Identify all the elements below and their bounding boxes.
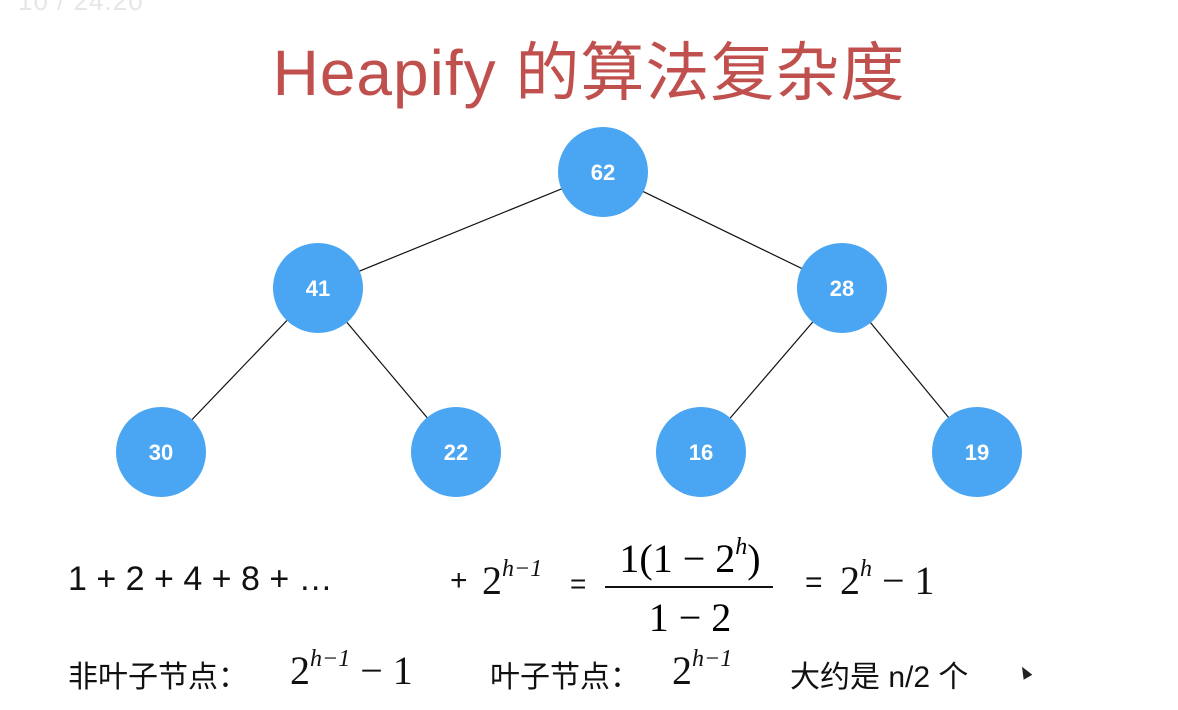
- tree-node-62: 62: [558, 127, 648, 217]
- equals-sign: =: [570, 568, 587, 599]
- series-sum-text: 1 + 2 + 4 + 8 + …: [68, 560, 333, 598]
- numerator-prefix: 1(1 − 2: [619, 536, 736, 581]
- node-value-label: 62: [591, 160, 615, 185]
- tree-node-41: 41: [273, 243, 363, 333]
- result-expression: 2h − 1: [840, 556, 935, 604]
- fraction-denominator: 1 − 2: [648, 595, 732, 640]
- tree-node-28: 28: [797, 243, 887, 333]
- approx-half-text: 大约是 n/2 个: [790, 661, 969, 694]
- leaf-label: 叶子节点：: [490, 661, 640, 694]
- node-value-label: 41: [306, 276, 330, 301]
- non-leaf-count: 2h−1 − 1: [290, 646, 413, 694]
- last-term-base: 2: [482, 558, 502, 603]
- tree-node-22: 22: [411, 407, 501, 497]
- node-value-label: 16: [689, 440, 713, 465]
- non-leaf-exponent: h−1: [310, 646, 351, 672]
- node-value-label: 19: [965, 440, 989, 465]
- fraction-bar: [605, 586, 773, 588]
- mouse-cursor-icon: [1017, 664, 1033, 680]
- numerator-suffix: ): [747, 536, 761, 581]
- result-tail: − 1: [872, 558, 935, 603]
- tree-node-19: 19: [932, 407, 1022, 497]
- non-leaf-label: 非叶子节点：: [68, 661, 248, 694]
- node-value-label: 22: [444, 440, 468, 465]
- numerator-exponent: h: [735, 534, 748, 560]
- leaf-base: 2: [672, 648, 692, 693]
- result-base: 2: [840, 558, 860, 603]
- tree-edge-root-l1-left: [317, 171, 604, 289]
- fraction-numerator: 1(1 − 2h): [605, 534, 775, 582]
- last-term-power: 2h−1: [482, 556, 542, 604]
- binary-tree-diagram: 62 41 28 30 22 16 19: [116, 127, 1022, 497]
- result-exponent: h: [860, 556, 872, 582]
- node-value-label: 30: [149, 440, 173, 465]
- plus-sign: +: [450, 564, 468, 597]
- tree-node-30: 30: [116, 407, 206, 497]
- tree-node-16: 16: [656, 407, 746, 497]
- non-leaf-base: 2: [290, 648, 310, 693]
- non-leaf-tail: − 1: [350, 648, 413, 693]
- leaf-count: 2h−1: [672, 646, 732, 694]
- result-equals-sign: =: [805, 566, 823, 599]
- node-value-label: 28: [830, 276, 854, 301]
- last-term-exponent: h−1: [502, 556, 543, 582]
- leaf-exponent: h−1: [692, 646, 733, 672]
